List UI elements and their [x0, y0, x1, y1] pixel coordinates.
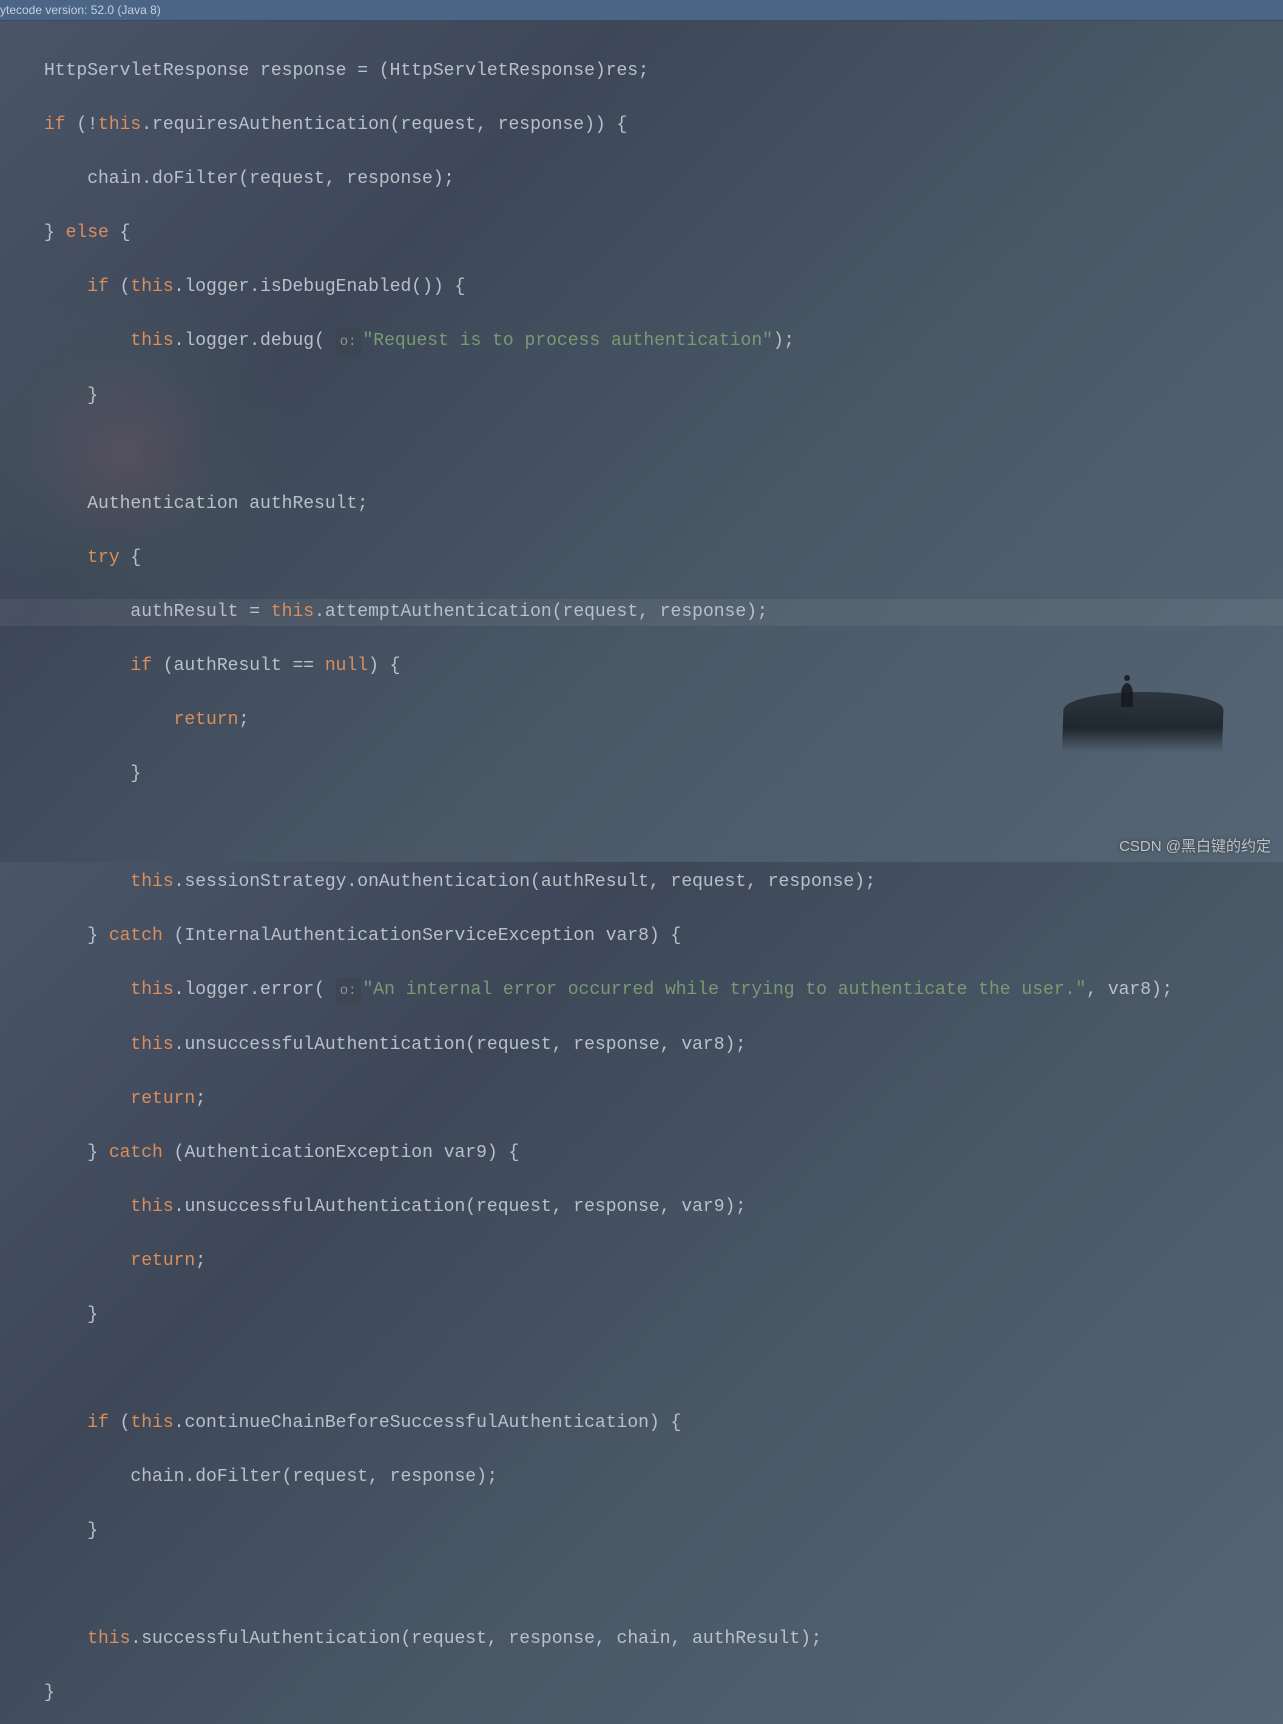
code-text: .continueChainBeforeSuccessfulAuthentica… [174, 1413, 682, 1433]
keyword-this: this [98, 115, 141, 135]
code-text: authResult = [130, 602, 270, 622]
code-text: .requiresAuthentication(request, respons… [141, 115, 627, 135]
code-text: { [109, 223, 131, 243]
code-text: ( [109, 1413, 131, 1433]
code-line[interactable]: chain.doFilter(request, response); [44, 166, 1283, 193]
watermark-text: CSDN @黑白键的约定 [1119, 835, 1271, 856]
param-hint: o: [336, 329, 361, 356]
code-text: } [130, 764, 141, 784]
keyword-this: this [130, 872, 173, 892]
keyword-this: this [271, 602, 314, 622]
code-text: Authentication authResult; [87, 494, 368, 514]
keyword-this: this [130, 980, 173, 1000]
keyword-this: this [130, 1197, 173, 1217]
keyword-if: if [87, 277, 109, 297]
code-text: } [87, 1521, 98, 1541]
param-hint: o: [336, 978, 361, 1005]
code-line[interactable]: } [44, 761, 1283, 788]
keyword-return: return [174, 710, 239, 730]
code-line[interactable]: } else { [44, 220, 1283, 247]
keyword-if: if [130, 656, 152, 676]
code-text: .successfulAuthentication(request, respo… [130, 1629, 821, 1649]
code-line[interactable]: } [44, 383, 1283, 410]
code-line[interactable]: this.unsuccessfulAuthentication(request,… [44, 1194, 1283, 1221]
keyword-return: return [130, 1251, 195, 1271]
string-literal: "An internal error occurred while trying… [363, 980, 1087, 1000]
keyword-catch: catch [109, 926, 163, 946]
code-text: ( [109, 277, 131, 297]
keyword-null: null [325, 656, 368, 676]
code-text: } [44, 223, 66, 243]
code-line[interactable]: } [44, 1680, 1283, 1707]
code-text: .attemptAuthentication(request, response… [314, 602, 768, 622]
code-text: .sessionStrategy.onAuthentication(authRe… [174, 872, 876, 892]
code-line[interactable]: return; [44, 1248, 1283, 1275]
keyword-try: try [87, 548, 119, 568]
code-line-highlighted[interactable]: authResult = this.attemptAuthentication(… [0, 599, 1283, 626]
code-line[interactable]: return; [44, 1086, 1283, 1113]
keyword-catch: catch [109, 1143, 163, 1163]
code-text: ; [195, 1251, 206, 1271]
code-line[interactable]: try { [44, 545, 1283, 572]
code-line[interactable] [44, 437, 1283, 464]
code-line[interactable]: HttpServletResponse response = (HttpServ… [44, 58, 1283, 85]
keyword-this: this [130, 1035, 173, 1055]
code-text: HttpServletResponse response = (HttpServ… [44, 61, 649, 81]
editor-info-bar: ytecode version: 52.0 (Java 8) [0, 0, 1283, 21]
code-text: .logger.debug( [174, 331, 325, 351]
code-line[interactable]: Authentication authResult; [44, 491, 1283, 518]
code-line[interactable]: this.logger.error( o:"An internal error … [44, 977, 1283, 1005]
code-line[interactable] [44, 1356, 1283, 1383]
code-line[interactable]: } catch (InternalAuthenticationServiceEx… [44, 923, 1283, 950]
keyword-return: return [130, 1089, 195, 1109]
code-line[interactable]: chain.doFilter(request, response); [44, 1464, 1283, 1491]
keyword-this: this [130, 277, 173, 297]
keyword-this: this [130, 1413, 173, 1433]
code-text: } [87, 1143, 109, 1163]
code-text: } [87, 386, 98, 406]
code-text: .unsuccessfulAuthentication(request, res… [174, 1035, 747, 1055]
code-text: (! [66, 115, 98, 135]
code-line[interactable]: this.logger.debug( o:"Request is to proc… [44, 328, 1283, 356]
code-line[interactable]: } [44, 1302, 1283, 1329]
code-text: (InternalAuthenticationServiceException … [163, 926, 681, 946]
code-text: .logger.isDebugEnabled()) { [174, 277, 466, 297]
keyword-this: this [87, 1629, 130, 1649]
code-line[interactable]: this.unsuccessfulAuthentication(request,… [44, 1032, 1283, 1059]
code-text: .unsuccessfulAuthentication(request, res… [174, 1197, 747, 1217]
code-text: (authResult == [152, 656, 325, 676]
code-text: ; [195, 1089, 206, 1109]
code-line[interactable] [44, 1572, 1283, 1599]
keyword-if: if [44, 115, 66, 135]
code-line[interactable]: this.successfulAuthentication(request, r… [44, 1626, 1283, 1653]
code-line[interactable]: } [44, 1518, 1283, 1545]
code-text: { [120, 548, 142, 568]
code-text: ) { [368, 656, 400, 676]
code-text: } [87, 926, 109, 946]
keyword-this: this [130, 331, 173, 351]
code-text: .logger.error( [174, 980, 325, 1000]
string-literal: "Request is to process authentication" [363, 331, 773, 351]
code-line[interactable]: if (this.continueChainBeforeSuccessfulAu… [44, 1410, 1283, 1437]
code-line[interactable]: if (this.logger.isDebugEnabled()) { [44, 274, 1283, 301]
code-text: , var8); [1086, 980, 1172, 1000]
code-text: chain.doFilter(request, response); [44, 169, 454, 189]
keyword-if: if [87, 1413, 109, 1433]
code-text: ; [238, 710, 249, 730]
code-text: (AuthenticationException var9) { [163, 1143, 519, 1163]
keyword-else: else [66, 223, 109, 243]
code-line[interactable]: if (!this.requiresAuthentication(request… [44, 112, 1283, 139]
code-line[interactable]: return; [44, 707, 1283, 734]
code-text: } [87, 1305, 98, 1325]
code-line[interactable]: } catch (AuthenticationException var9) { [44, 1140, 1283, 1167]
code-text: ); [773, 331, 795, 351]
code-editor[interactable]: HttpServletResponse response = (HttpServ… [0, 21, 1283, 1724]
code-line[interactable]: this.sessionStrategy.onAuthentication(au… [44, 869, 1283, 896]
code-text: chain.doFilter(request, response); [130, 1467, 497, 1487]
code-text: } [44, 1683, 55, 1703]
bytecode-version-label: ytecode version: 52.0 (Java 8) [0, 3, 161, 17]
code-line[interactable] [44, 815, 1283, 842]
code-line[interactable]: if (authResult == null) { [44, 653, 1283, 680]
